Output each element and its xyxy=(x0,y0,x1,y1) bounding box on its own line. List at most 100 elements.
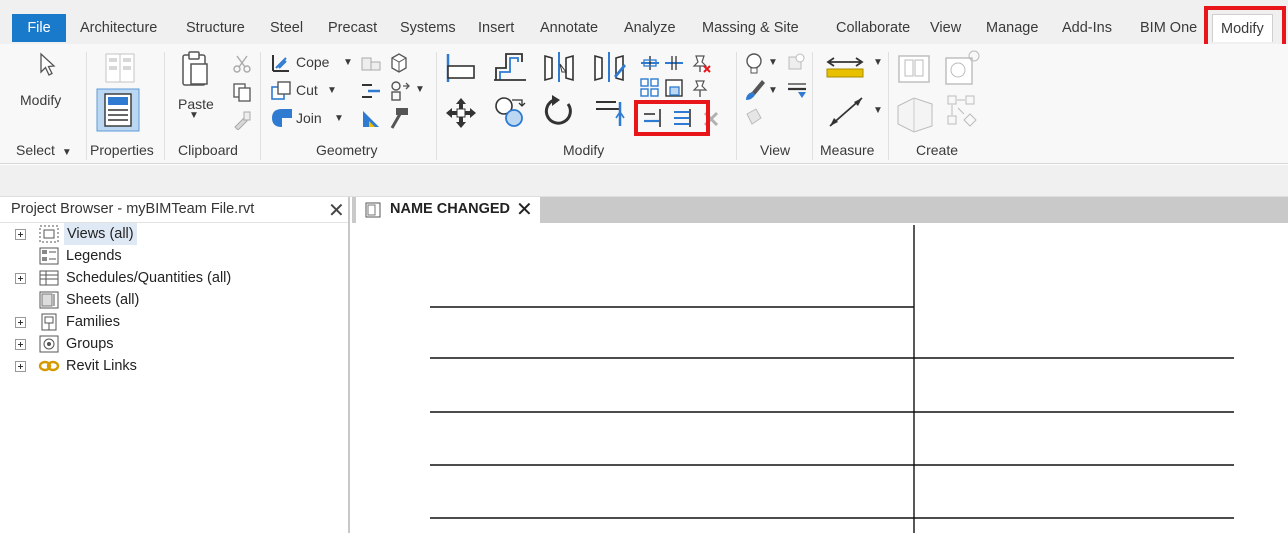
align-icon[interactable] xyxy=(444,52,476,84)
scale-icon[interactable] xyxy=(664,78,686,98)
tab-precast[interactable]: Precast xyxy=(328,14,377,42)
create-group-icon[interactable] xyxy=(942,92,982,132)
split-face-icon[interactable] xyxy=(360,80,382,102)
split-element-icon[interactable] xyxy=(640,54,660,72)
offset-icon[interactable] xyxy=(492,50,528,84)
expand-revit-links-icon[interactable] xyxy=(15,361,26,372)
modify-cursor-icon[interactable] xyxy=(38,52,58,78)
tree-item-views[interactable]: Views (all) xyxy=(64,223,137,245)
tab-analyze[interactable]: Analyze xyxy=(624,14,676,42)
delete-icon[interactable] xyxy=(702,110,720,128)
demolish-icon[interactable] xyxy=(360,108,382,130)
view-filter-icon[interactable] xyxy=(744,106,764,128)
cut-geometry-icon[interactable] xyxy=(270,80,292,102)
join-label[interactable]: Join xyxy=(296,110,322,126)
split-with-gap-icon[interactable] xyxy=(664,54,684,72)
tab-collaborate[interactable]: Collaborate xyxy=(836,14,910,42)
tab-insert[interactable]: Insert xyxy=(478,14,514,42)
match-type-icon[interactable] xyxy=(232,110,252,130)
trim-extend-to-corner-icon[interactable] xyxy=(592,94,626,128)
tree-item-legends[interactable]: Legends xyxy=(66,245,122,267)
tab-bim-one[interactable]: BIM One xyxy=(1140,14,1197,42)
drawing-canvas[interactable] xyxy=(352,223,1288,533)
tab-steel[interactable]: Steel xyxy=(270,14,303,42)
wall-join-alternate-icon[interactable] xyxy=(388,80,412,102)
cope-icon[interactable] xyxy=(270,52,292,74)
tab-structure[interactable]: Structure xyxy=(186,14,245,42)
panel-view-label[interactable]: View xyxy=(760,142,790,158)
mirror-draw-axis-icon[interactable] xyxy=(592,50,628,84)
close-icon[interactable]: ✕ xyxy=(516,197,533,222)
tab-modify[interactable]: Modify xyxy=(1212,14,1273,42)
copy-icon[interactable] xyxy=(232,82,252,102)
close-icon[interactable]: ✕ xyxy=(328,198,345,223)
tab-manage[interactable]: Manage xyxy=(986,14,1038,42)
type-properties-icon[interactable] xyxy=(102,52,138,84)
panel-select[interactable]: Select ▼ xyxy=(16,142,72,158)
unpin-icon[interactable] xyxy=(690,52,712,74)
tab-file[interactable]: File xyxy=(12,14,66,42)
panel-geometry-label[interactable]: Geometry xyxy=(316,142,377,158)
paste-clipboard-icon[interactable] xyxy=(180,50,210,88)
override-graphics-icon[interactable] xyxy=(786,52,806,72)
expand-schedules-icon[interactable] xyxy=(15,273,26,284)
create-parts-icon[interactable] xyxy=(942,48,982,88)
panel-create-label[interactable]: Create xyxy=(916,142,958,158)
panel-clipboard-label[interactable]: Clipboard xyxy=(178,142,238,158)
paste-dropdown-arrow-icon[interactable]: ▼ xyxy=(189,110,199,121)
tree-item-groups[interactable]: Groups xyxy=(66,333,114,355)
tree-item-revit-links[interactable]: Revit Links xyxy=(66,355,137,377)
properties-icon[interactable] xyxy=(96,88,140,132)
rotate-icon[interactable] xyxy=(540,94,576,130)
join-dropdown-arrow-icon[interactable]: ▼ xyxy=(334,113,344,124)
create-assembly-icon[interactable] xyxy=(896,50,936,86)
trim-extend-single-element-icon[interactable] xyxy=(642,108,664,128)
cut-label[interactable]: Cut xyxy=(296,82,318,98)
panel-modify-label[interactable]: Modify xyxy=(563,142,604,158)
line-weights-icon[interactable] xyxy=(786,80,808,100)
dimension-dropdown-arrow-icon[interactable]: ▼ xyxy=(873,105,883,116)
expand-views-icon[interactable] xyxy=(15,229,26,240)
modify-tool-label[interactable]: Modify xyxy=(20,92,61,108)
sheets-icon xyxy=(39,291,59,309)
move-icon[interactable] xyxy=(444,96,478,130)
geometry-dropdown-arrow-icon[interactable]: ▼ xyxy=(415,84,425,95)
tab-massing-site[interactable]: Massing & Site xyxy=(702,14,799,42)
hide-dropdown-arrow-icon[interactable]: ▼ xyxy=(768,57,778,68)
view-tab-name-changed[interactable]: NAME CHANGED ✕ xyxy=(356,197,540,223)
tab-annotate[interactable]: Annotate xyxy=(540,14,598,42)
tree-item-schedules[interactable]: Schedules/Quantities (all) xyxy=(66,267,231,289)
tab-add-ins[interactable]: Add-Ins xyxy=(1062,14,1112,42)
linework-brush-icon[interactable] xyxy=(744,78,766,102)
tree-item-families[interactable]: Families xyxy=(66,311,120,333)
tab-architecture[interactable]: Architecture xyxy=(80,14,157,42)
panel-properties-label[interactable]: Properties xyxy=(90,142,154,158)
cope-dropdown-arrow-icon[interactable]: ▼ xyxy=(343,57,353,68)
measure-ruler-icon[interactable] xyxy=(824,54,866,80)
expand-groups-icon[interactable] xyxy=(15,339,26,350)
project-browser: Project Browser - myBIMTeam File.rvt ✕ V… xyxy=(0,197,350,533)
create-similar-icon[interactable] xyxy=(894,94,938,134)
measure-dropdown-arrow-icon[interactable]: ▼ xyxy=(873,57,883,68)
paint-icon[interactable] xyxy=(388,52,410,74)
dimension-aligned-icon[interactable] xyxy=(824,92,870,132)
trim-extend-multiple-elements-icon[interactable] xyxy=(672,108,694,128)
wall-joins-icon[interactable] xyxy=(360,54,382,74)
panel-measure-label[interactable]: Measure xyxy=(820,142,874,158)
hammer-icon[interactable] xyxy=(388,106,410,130)
linework-dropdown-arrow-icon[interactable]: ▼ xyxy=(768,85,778,96)
join-geometry-icon[interactable] xyxy=(270,106,294,130)
tree-item-sheets[interactable]: Sheets (all) xyxy=(66,289,139,311)
tab-systems[interactable]: Systems xyxy=(400,14,456,42)
expand-families-icon[interactable] xyxy=(15,317,26,328)
copy-element-icon[interactable] xyxy=(492,94,528,130)
hide-in-view-bulb-icon[interactable] xyxy=(744,52,764,76)
array-icon[interactable] xyxy=(640,78,660,98)
sheet-view-icon xyxy=(365,202,381,218)
cut-dropdown-arrow-icon[interactable]: ▼ xyxy=(327,85,337,96)
mirror-pick-axis-icon[interactable] xyxy=(542,50,576,84)
pin-icon[interactable] xyxy=(690,78,710,98)
tab-view[interactable]: View xyxy=(930,14,961,42)
cope-label[interactable]: Cope xyxy=(296,54,329,70)
cut-scissors-icon[interactable] xyxy=(232,54,252,74)
